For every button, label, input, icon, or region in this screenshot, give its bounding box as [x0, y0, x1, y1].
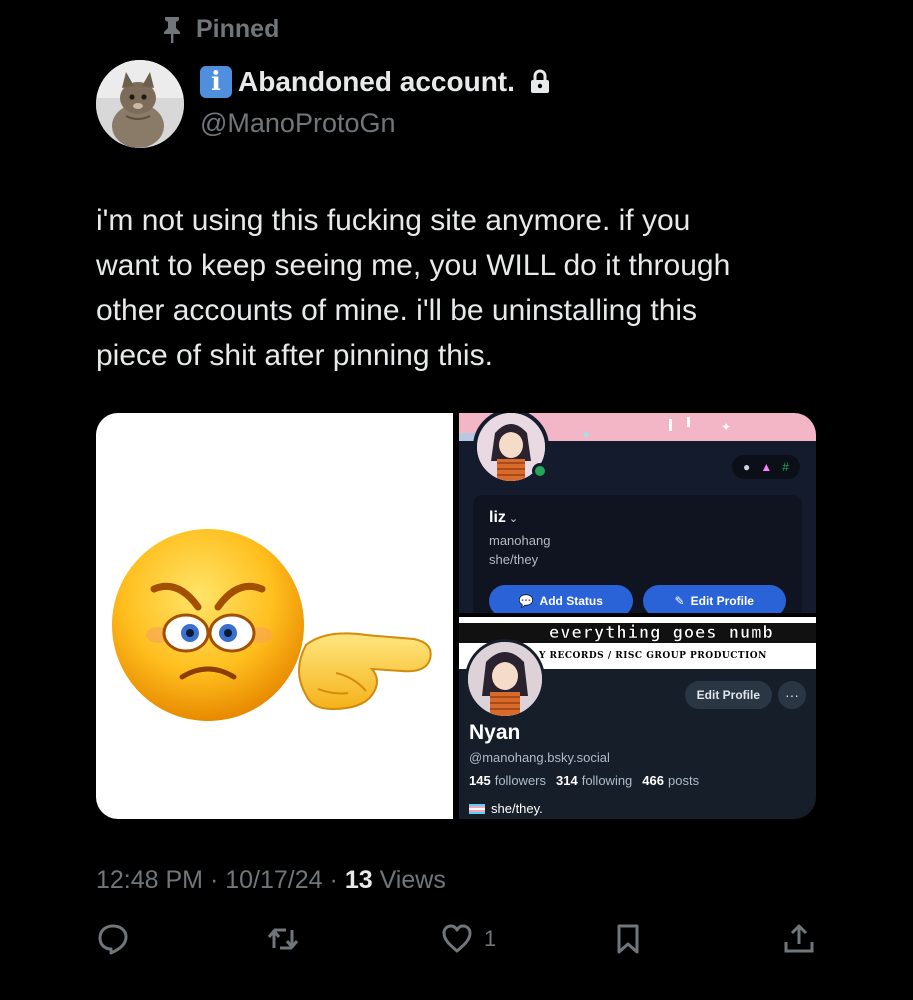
reply-button[interactable]: [96, 922, 130, 956]
pencil-icon: ✎: [674, 594, 685, 608]
banner-title: everything goes numb: [549, 623, 774, 644]
discord-name[interactable]: liz ⌄: [489, 509, 786, 527]
info-icon: i: [200, 66, 232, 98]
reply-icon: [98, 924, 128, 955]
retweet-icon: [267, 928, 299, 950]
heart-icon: [442, 924, 472, 953]
anime-avatar-image: [468, 642, 542, 716]
discord-edit-profile-label: Edit Profile: [690, 594, 754, 608]
pinned-label: Pinned: [160, 14, 279, 44]
followers-count[interactable]: 145: [469, 773, 491, 788]
views-label: Views: [379, 866, 446, 894]
trans-flag-icon: [469, 803, 485, 814]
bookmark-icon: [617, 924, 639, 954]
following-label[interactable]: following: [582, 773, 633, 788]
bluesky-pronouns-row: she/they.: [469, 801, 543, 816]
bluesky-stats: 145 followers 314 following 466 posts: [469, 773, 699, 788]
discord-pronouns: she/they: [489, 552, 539, 567]
online-status-dot: [532, 463, 548, 479]
posts-count: 466: [642, 773, 664, 788]
nitro-badge-icon: ●: [743, 460, 751, 474]
bluesky-display-name: Nyan: [469, 721, 521, 744]
meta-separator: ·: [209, 866, 226, 894]
share-button[interactable]: [782, 922, 816, 956]
tweet-media-grid[interactable]: ✦ ✦ ● ▲ # liz ⌄ manohang she/they 💬 Add …: [96, 413, 816, 819]
more-options-icon[interactable]: ···: [778, 681, 806, 709]
bluesky-avatar[interactable]: [465, 639, 545, 719]
speech-bubble-icon: 💬: [518, 594, 534, 608]
author-name-row[interactable]: i Abandoned account.: [200, 66, 551, 98]
bluesky-edit-profile-button[interactable]: Edit Profile: [684, 681, 772, 709]
angry-pointing-emoji-icon: [112, 529, 432, 721]
tweet-time[interactable]: 12:48 PM: [96, 866, 203, 894]
bluesky-handle: @manohang.bsky.social: [469, 750, 610, 765]
lock-icon: [530, 69, 549, 93]
hashtag-badge-icon: #: [782, 460, 789, 474]
cat-avatar-image: [96, 60, 184, 148]
author-avatar[interactable]: [96, 60, 184, 148]
share-icon: [784, 924, 814, 953]
like-count: 1: [484, 926, 497, 951]
discord-info-card: liz ⌄ manohang she/they 💬 Add Status ✎ Ed…: [473, 495, 802, 613]
discord-edit-profile-button[interactable]: ✎ Edit Profile: [642, 585, 786, 613]
bookmark-button[interactable]: [611, 922, 645, 956]
discord-badges[interactable]: ● ▲ #: [732, 455, 800, 479]
retweet-button[interactable]: [266, 922, 300, 956]
svg-text:✦: ✦: [721, 420, 731, 434]
pinned-text: Pinned: [196, 14, 280, 43]
bluesky-pronouns: she/they.: [491, 801, 543, 816]
discord-profile-screenshot[interactable]: ✦ ✦ ● ▲ # liz ⌄ manohang she/they 💬 Add …: [459, 413, 816, 613]
tweet-action-bar: 1: [96, 922, 816, 966]
banner-subtitle: Y RECORDS / RISC GROUP PRODUCTION: [539, 651, 767, 661]
following-count[interactable]: 314: [556, 773, 578, 788]
author-handle[interactable]: @ManoProtoGn: [200, 108, 396, 139]
bluesky-profile-screenshot[interactable]: everything goes numb Y RECORDS / RISC GR…: [459, 617, 816, 819]
followers-label[interactable]: followers: [495, 773, 546, 788]
tweet-text: i'm not using this fucking site anymore.…: [96, 204, 731, 372]
hypesquad-badge-icon: ▲: [760, 460, 773, 474]
like-button[interactable]: 1: [440, 922, 496, 956]
add-status-label: Add Status: [539, 594, 603, 608]
chevron-down-icon: ⌄: [508, 513, 519, 525]
posts-label: posts: [668, 773, 700, 788]
discord-username: manohang: [489, 533, 551, 548]
views-count: 13: [344, 866, 373, 894]
author-display-name[interactable]: Abandoned account.: [238, 66, 515, 98]
meta-separator: ·: [329, 866, 345, 894]
add-status-button[interactable]: 💬 Add Status: [489, 585, 633, 613]
svg-text:✦: ✦: [581, 428, 591, 441]
tweet-meta: 12:48 PM · 10/17/24 · 13 Views: [96, 866, 446, 895]
angry-emoji-image[interactable]: [96, 413, 453, 819]
pin-icon: [164, 17, 180, 43]
tweet-date[interactable]: 10/17/24: [225, 866, 322, 894]
